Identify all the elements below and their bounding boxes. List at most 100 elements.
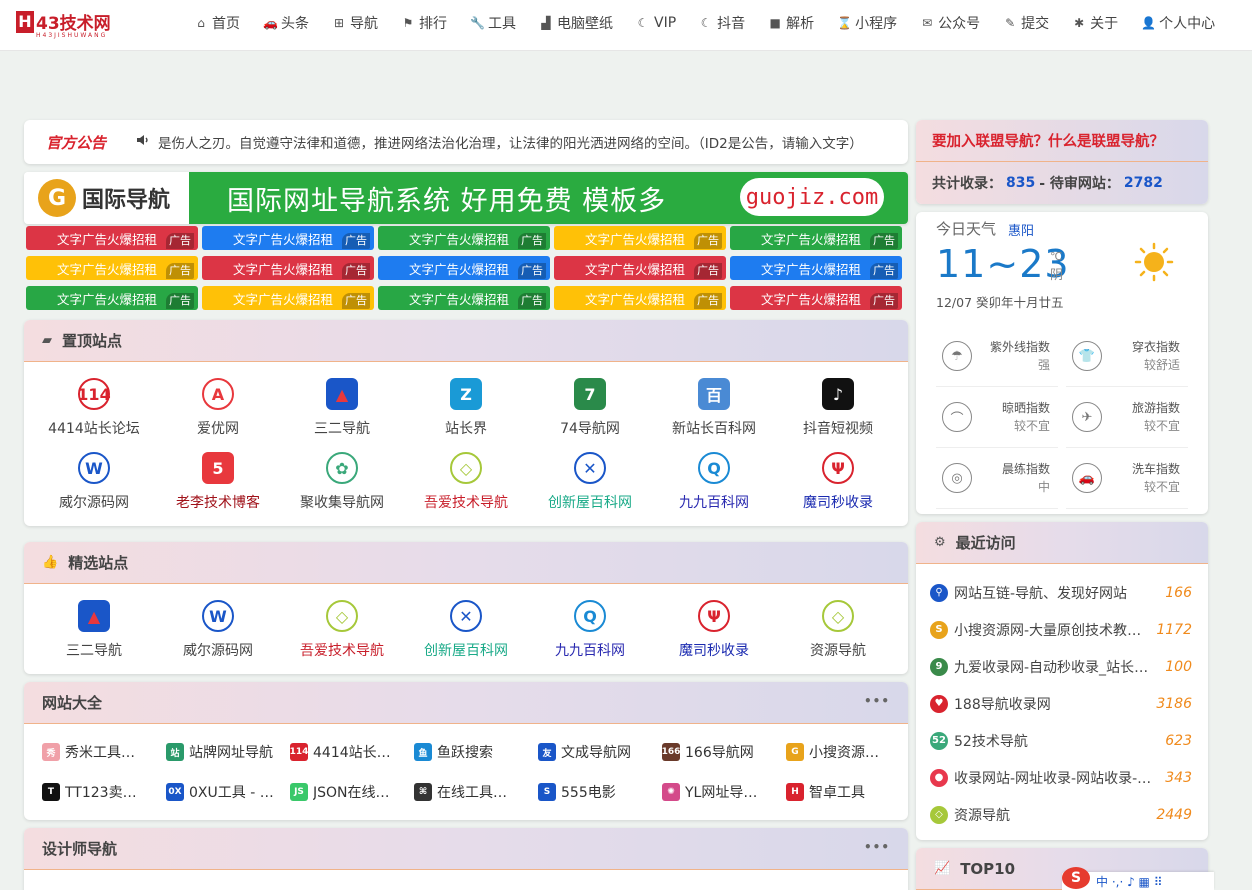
ad-label: 文字广告火爆招租 xyxy=(56,291,157,307)
text-ad-slot[interactable]: 文字广告火爆招租 广告 xyxy=(26,286,198,310)
site-tile[interactable]: Ψ 魔司秒收录 xyxy=(776,452,900,526)
recent-visits-card: ⚙ 最近访问 ⚲ 网站互链-导航、发现好网站 166 S 小搜资源网-大量原创技术教程…… xyxy=(916,522,1208,840)
site-link[interactable]: JS JSON在线… xyxy=(290,782,414,802)
site-link[interactable]: 站站牌网址导航 xyxy=(166,742,290,762)
site-tile[interactable]: ♪ 抖音短视频 xyxy=(776,378,900,452)
site-logo[interactable]: H 43技术网 H43JISHUWANG xyxy=(16,9,111,39)
recent-favicon-icon: 9 xyxy=(930,657,948,676)
recent-item-count: 166 xyxy=(1165,584,1192,601)
alliance-link[interactable]: 要加入联盟导航？什么是联盟导航？ xyxy=(916,120,1208,162)
site-link[interactable]: 秀秀米工具… xyxy=(42,742,166,762)
text-ad-slot[interactable]: 文字广告火爆招租 广告 xyxy=(26,226,198,250)
temperature-unit: ℃ xyxy=(1050,250,1063,263)
text-ad-slot[interactable]: 文字广告火爆招租 广告 xyxy=(730,256,902,280)
site-favicon-icon: T xyxy=(42,783,60,801)
site-tile[interactable]: Q 九九百科网 xyxy=(528,600,652,674)
nav-item[interactable]: ⚑ 排行 xyxy=(401,12,447,34)
site-tile[interactable]: ✕ 创新屋百科网 xyxy=(404,600,528,674)
chart-line-icon: 📈 xyxy=(934,861,951,876)
site-link[interactable]: ✺ YL网址导… xyxy=(662,782,786,802)
site-tile[interactable]: A 爱优网 xyxy=(156,378,280,452)
nav-item[interactable]: 🔧 工具 xyxy=(470,12,516,34)
text-ad-slot[interactable]: 文字广告火爆招租 广告 xyxy=(202,286,374,310)
site-tile[interactable]: ◇ 资源导航 xyxy=(776,600,900,674)
site-tile[interactable]: ▲ 三二导航 xyxy=(280,378,404,452)
more-icon[interactable]: ••• xyxy=(864,694,890,708)
site-link[interactable]: 友文成导航网 xyxy=(538,742,662,762)
recent-item-count: 100 xyxy=(1165,658,1192,675)
site-link[interactable]: 0X 0XU工具 - … xyxy=(166,782,290,802)
nav-item[interactable]: 👤 个人中心 xyxy=(1141,12,1215,34)
ad-label: 文字广告火爆招租 xyxy=(408,291,509,307)
site-tile[interactable]: 7 74导航网 xyxy=(528,378,652,452)
site-tile[interactable]: ◇ 吾爱技术导航 xyxy=(404,452,528,526)
ime-controls[interactable]: 中 ·,· ♪ ▦ ⠿ xyxy=(1096,873,1163,890)
text-ad-slot[interactable]: 文字广告火爆招租 广告 xyxy=(554,226,726,250)
nav-item[interactable]: ✱ 关于 xyxy=(1072,12,1118,34)
site-name: 创新屋百科网 xyxy=(424,643,508,659)
site-tile[interactable]: ✕ 创新屋百科网 xyxy=(528,452,652,526)
nav-item[interactable]: ⌂ 首页 xyxy=(194,12,240,34)
nav-item[interactable]: ☾ VIP xyxy=(636,12,677,34)
nav-item[interactable]: ■ 解析 xyxy=(768,12,814,34)
top10-title: TOP10 xyxy=(960,859,1016,878)
site-tile[interactable]: ✿ 聚收集导航网 xyxy=(280,452,404,526)
text-ad-slot[interactable]: 文字广告火爆招租 广告 xyxy=(730,226,902,250)
ad-label: 文字广告火爆招租 xyxy=(56,261,157,277)
nav-item[interactable]: 🚗 头条 xyxy=(263,12,309,34)
banner-domain[interactable]: guojiz.com xyxy=(740,178,884,216)
ad-tag: 广告 xyxy=(166,263,194,279)
site-tile[interactable]: W 威尔源码网 xyxy=(156,600,280,674)
site-tile[interactable]: 114 4414站长论坛 xyxy=(32,378,156,452)
nav-item[interactable]: ▟ 电脑壁纸 xyxy=(539,12,613,34)
site-link[interactable]: 鱼鱼跃搜索 xyxy=(414,742,538,762)
recent-item[interactable]: 9 九爱收录网-自动秒收录_站长技… 100 xyxy=(930,648,1192,685)
recent-item[interactable]: S 小搜资源网-大量原创技术教程… 1172 xyxy=(930,611,1192,648)
nav-icon: ⚑ xyxy=(402,16,414,30)
more-icon[interactable]: ••• xyxy=(864,840,890,854)
text-ad-slot[interactable]: 文字广告火爆招租 广告 xyxy=(378,286,550,310)
text-ad-slot[interactable]: 文字广告火爆招租 广告 xyxy=(378,256,550,280)
site-tile[interactable]: 5 老李技术博客 xyxy=(156,452,280,526)
recent-item[interactable]: ● 收录网站-网址收录-网站收录-… 343 xyxy=(930,759,1192,796)
site-tile[interactable]: ◇ 吾爱技术导航 xyxy=(280,600,404,674)
text-ad-slot[interactable]: 文字广告火爆招租 广告 xyxy=(554,256,726,280)
site-link[interactable]: 114 4414站长… xyxy=(290,742,414,762)
site-tile[interactable]: Q 九九百科网 xyxy=(652,452,776,526)
recent-item[interactable]: 52 52技术导航 623 xyxy=(930,722,1192,759)
site-tile[interactable]: Ψ 魔司秒收录 xyxy=(652,600,776,674)
ad-banner[interactable]: G 国际导航 国际网址导航系统 好用免费 模板多 guojiz.com xyxy=(24,172,908,224)
recent-item[interactable]: ◇ 资源导航 2449 xyxy=(930,796,1192,833)
site-link[interactable]: 166 166导航网 xyxy=(662,742,786,762)
text-ad-slot[interactable]: 文字广告火爆招租 广告 xyxy=(378,226,550,250)
announcement-text: 是伤人之刃。自觉遵守法律和道德，推进网络法治化治理，让法律的阳光洒进网络的空间。… xyxy=(158,136,863,152)
site-tile[interactable]: W 威尔源码网 xyxy=(32,452,156,526)
recent-item-name: 网站互链-导航、发现好网站 xyxy=(954,585,1128,602)
text-ad-slot[interactable]: 文字广告火爆招租 广告 xyxy=(730,286,902,310)
recent-item[interactable]: ♥ 188导航收录网 3186 xyxy=(930,685,1192,722)
ad-label: 文字广告火爆招租 xyxy=(56,231,157,247)
ad-tag: 广告 xyxy=(166,293,194,309)
weather-city[interactable]: 惠阳 xyxy=(1008,220,1034,239)
nav-icon: ⊞ xyxy=(333,16,345,30)
site-link[interactable]: G 小搜资源… xyxy=(786,742,908,762)
nav-item[interactable]: ⊞ 导航 xyxy=(332,12,378,34)
text-ad-slot[interactable]: 文字广告火爆招租 广告 xyxy=(554,286,726,310)
site-link[interactable]: ⌘ 在线工具… xyxy=(414,782,538,802)
text-ad-slot[interactable]: 文字广告火爆招租 广告 xyxy=(202,256,374,280)
text-ad-slot[interactable]: 文字广告火爆招租 广告 xyxy=(26,256,198,280)
site-link[interactable]: H 智卓工具 xyxy=(786,782,908,802)
site-link[interactable]: S 555电影 xyxy=(538,782,662,802)
site-tile[interactable]: 百新站长百科网 xyxy=(652,378,776,452)
site-tile[interactable]: Z 站长界 xyxy=(404,378,528,452)
nav-item[interactable]: ☾ 抖音 xyxy=(699,12,745,34)
recent-item[interactable]: ⚲ 网站互链-导航、发现好网站 166 xyxy=(930,574,1192,611)
text-ad-slot[interactable]: 文字广告火爆招租 广告 xyxy=(202,226,374,250)
nav-item[interactable]: ⌛ 小程序 xyxy=(837,12,897,34)
recent-item-name: 小搜资源网-大量原创技术教程… xyxy=(954,622,1156,639)
ime-toolbar[interactable]: S 中 ·,· ♪ ▦ ⠿ xyxy=(1062,867,1214,890)
nav-item[interactable]: ✉ 公众号 xyxy=(920,12,980,34)
site-link[interactable]: T TT123卖… xyxy=(42,782,166,802)
site-tile[interactable]: ▲ 三二导航 xyxy=(32,600,156,674)
nav-item[interactable]: ✎ 提交 xyxy=(1003,12,1049,34)
